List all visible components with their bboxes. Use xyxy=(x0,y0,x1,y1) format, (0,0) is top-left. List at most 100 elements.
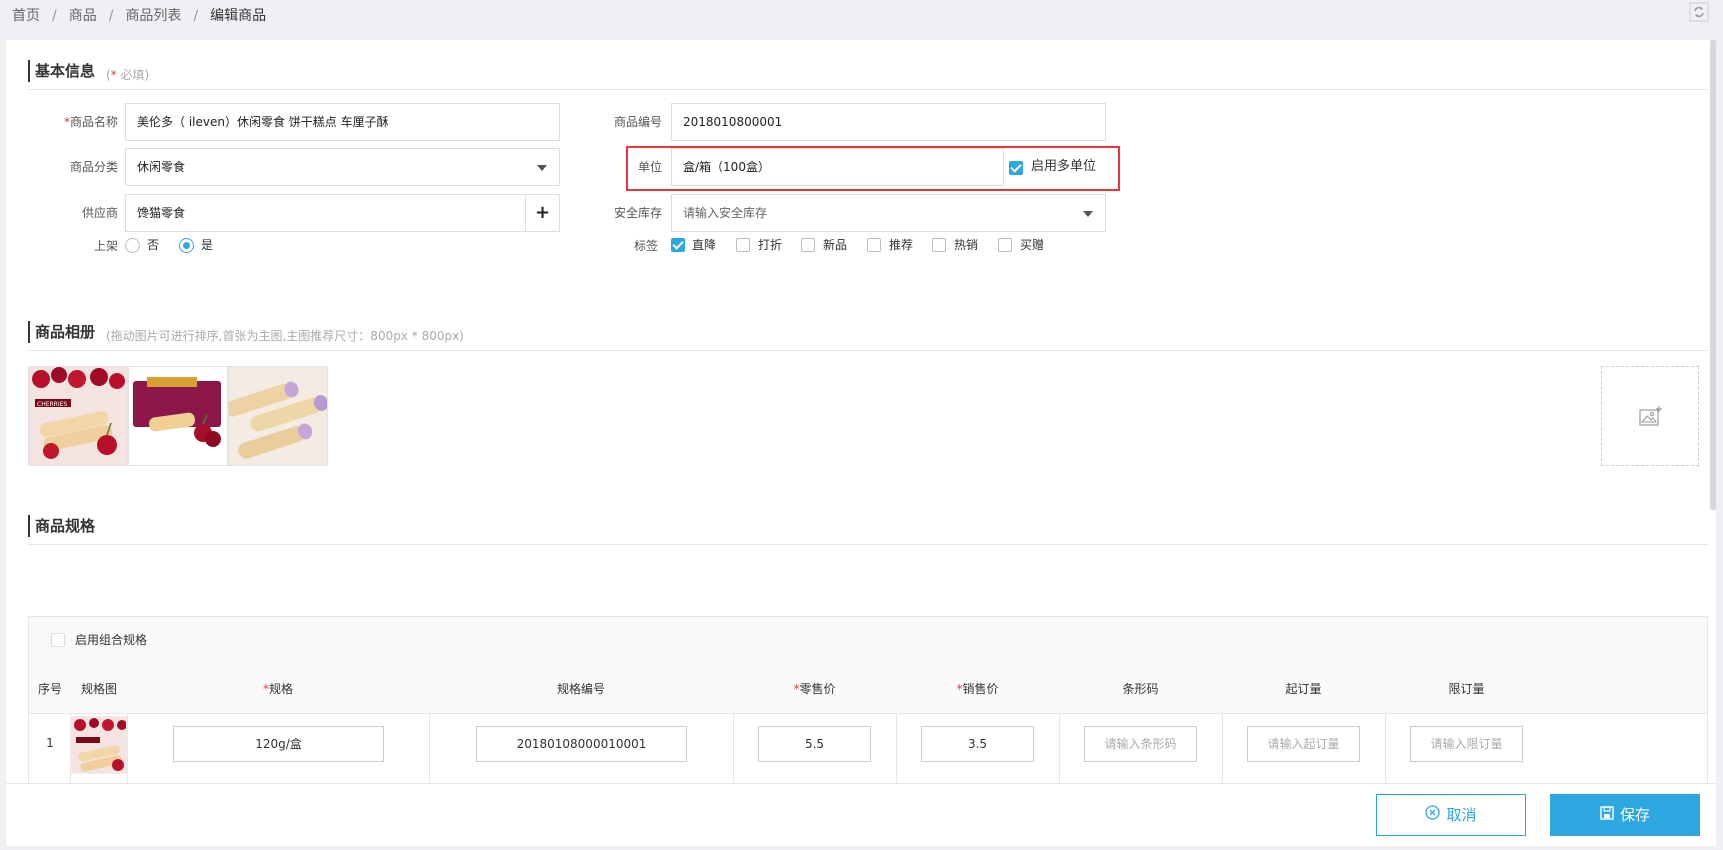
col-index: 序号 xyxy=(37,682,62,696)
goods-name-value: 美伦多（ ileven）休闲零食 饼干糕点 车厘子酥 xyxy=(137,115,389,129)
action-bar: 取消 保存 xyxy=(6,783,1716,846)
shelf-label: 上架 xyxy=(93,239,118,253)
col-max-order: 限订量 xyxy=(1448,682,1485,696)
col-retail-price: *零售价 xyxy=(793,682,836,696)
upload-image-button[interactable] xyxy=(1601,366,1699,466)
column-divider xyxy=(127,714,128,784)
shelf-yes-label: 是 xyxy=(201,238,214,252)
section-title-spec: 商品规格 xyxy=(28,515,95,537)
spec-code-input[interactable]: 20180108000010001 xyxy=(476,726,687,762)
col-spec-code: 规格编号 xyxy=(556,682,605,696)
min-order-input[interactable]: 请输入起订量 xyxy=(1247,726,1360,762)
tag-checkbox[interactable] xyxy=(801,238,815,252)
goods-code-input[interactable]: 2018010800001 xyxy=(671,103,1106,141)
supplier-value: 馋猫零食 xyxy=(137,206,186,220)
product-image[interactable] xyxy=(228,366,328,466)
breadcrumb-separator: / xyxy=(193,8,199,24)
category-select[interactable]: 休闲零食 xyxy=(125,148,560,186)
tag-label: 热销 xyxy=(954,238,979,252)
chevron-down-icon xyxy=(537,165,547,171)
refresh-icon[interactable] xyxy=(1689,2,1711,24)
close-circle-icon xyxy=(1425,795,1441,835)
breadcrumb-home[interactable]: 首页 xyxy=(12,8,40,24)
product-image-badge: CHERRIES xyxy=(37,401,67,408)
retail-price-input[interactable]: 5.5 xyxy=(758,726,871,762)
safety-stock-placeholder: 请输入安全库存 xyxy=(683,206,768,220)
tag-checkbox[interactable] xyxy=(998,238,1012,252)
breadcrumb-separator: / xyxy=(108,8,114,24)
code-label: 商品编号 xyxy=(613,115,662,129)
breadcrumb-current: 编辑商品 xyxy=(210,8,267,24)
tag-label: 新品 xyxy=(823,238,848,252)
add-image-icon xyxy=(1639,406,1662,426)
col-image: 规格图 xyxy=(80,682,117,696)
section-title-basic: 基本信息 xyxy=(28,60,95,82)
album-hint: (拖动图片可进行排序,首张为主图,主图推荐尺寸：800px * 800px) xyxy=(106,329,464,343)
max-order-input[interactable]: 请输入限订量 xyxy=(1410,726,1523,762)
shelf-no-radio[interactable] xyxy=(125,238,140,253)
sale-price-input[interactable]: 3.5 xyxy=(921,726,1034,762)
category-value: 休闲零食 xyxy=(137,160,186,174)
product-image[interactable]: CHERRIES xyxy=(28,366,128,466)
cancel-label: 取消 xyxy=(1446,806,1477,824)
col-spec: *规格 xyxy=(262,682,293,696)
unit-label: 单位 xyxy=(637,160,662,174)
unit-input[interactable]: 盒/箱（100盒） xyxy=(671,148,1004,186)
save-button[interactable]: 保存 xyxy=(1550,794,1700,836)
shelf-no-label: 否 xyxy=(147,238,160,252)
tag-checkbox[interactable] xyxy=(671,238,685,252)
spec-combo-row: 启用组合规格 xyxy=(29,617,1707,666)
column-divider xyxy=(1059,714,1060,784)
breadcrumb-separator: / xyxy=(52,8,57,24)
tag-label: 打折 xyxy=(758,238,783,252)
add-supplier-button[interactable]: + xyxy=(525,195,559,231)
required-hint: (* 必填) xyxy=(106,64,149,86)
hint-text: 必填) xyxy=(116,68,150,82)
edit-goods-panel: 基本信息 (* 必填) *商品名称 美伦多（ ileven）休闲零食 饼干糕点 … xyxy=(6,40,1716,845)
breadcrumb-goods-list[interactable]: 商品列表 xyxy=(125,8,181,24)
multi-unit-label: 启用多单位 xyxy=(1031,159,1097,174)
safety-stock-select[interactable]: 请输入安全库存 xyxy=(671,194,1106,232)
row-index: 1 xyxy=(46,736,54,750)
vertical-scrollbar[interactable] xyxy=(1710,40,1716,510)
tag-label: 买赠 xyxy=(1020,238,1045,252)
breadcrumb-goods[interactable]: 商品 xyxy=(69,8,97,24)
breadcrumb: 首页 / 商品 / 商品列表 / 编辑商品 xyxy=(12,4,266,28)
chevron-down-icon xyxy=(1083,211,1093,217)
spec-image[interactable] xyxy=(71,716,127,774)
goods-name-input[interactable]: 美伦多（ ileven）休闲零食 饼干糕点 车厘子酥 xyxy=(125,103,560,141)
tag-checkbox[interactable] xyxy=(932,238,946,252)
col-sale-price: *销售价 xyxy=(956,682,999,696)
cancel-button[interactable]: 取消 xyxy=(1376,794,1526,836)
name-label: *商品名称 xyxy=(63,115,118,129)
column-divider xyxy=(70,714,71,784)
tags-label: 标签 xyxy=(633,239,658,253)
column-divider xyxy=(429,714,430,784)
section-title-album: 商品相册 xyxy=(28,321,95,343)
save-label: 保存 xyxy=(1619,806,1650,824)
column-divider xyxy=(733,714,734,784)
tag-label: 直降 xyxy=(692,238,717,252)
category-label: 商品分类 xyxy=(69,160,118,174)
tag-label: 推荐 xyxy=(889,238,914,252)
column-divider xyxy=(1222,714,1223,784)
column-divider xyxy=(896,714,897,784)
save-icon xyxy=(1600,794,1614,836)
spec-input[interactable]: 120g/盒 xyxy=(173,726,384,762)
multi-unit-checkbox[interactable] xyxy=(1009,161,1023,175)
combo-spec-checkbox[interactable] xyxy=(51,633,65,647)
divider xyxy=(28,89,1708,90)
tag-checkbox[interactable] xyxy=(736,238,750,252)
supplier-input[interactable]: 馋猫零食 + xyxy=(125,194,560,232)
combo-spec-label: 启用组合规格 xyxy=(75,633,148,647)
shelf-yes-radio[interactable] xyxy=(179,238,194,253)
col-min-order: 起订量 xyxy=(1285,682,1322,696)
divider xyxy=(28,544,1708,545)
goods-code-value: 2018010800001 xyxy=(683,115,783,129)
barcode-input[interactable]: 请输入条形码 xyxy=(1084,726,1197,762)
tag-checkbox[interactable] xyxy=(867,238,881,252)
unit-value: 盒/箱（100盒） xyxy=(683,160,770,174)
col-barcode: 条形码 xyxy=(1122,682,1159,696)
product-image[interactable] xyxy=(128,366,228,466)
divider xyxy=(28,350,1708,351)
